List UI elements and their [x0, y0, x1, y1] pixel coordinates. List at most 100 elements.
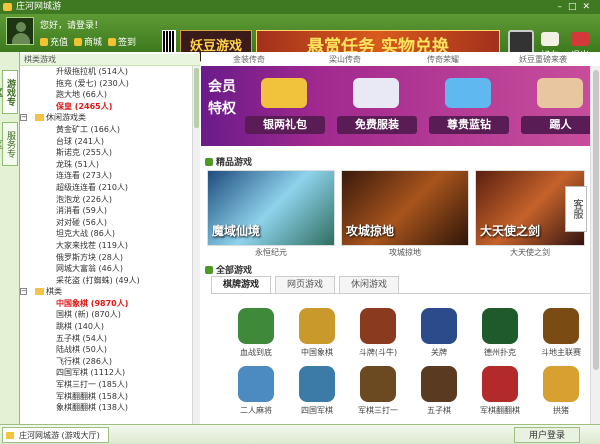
main-scrollbar[interactable] — [590, 66, 600, 424]
tree-game-item[interactable]: 升级拖拉机 (514人) — [20, 66, 192, 78]
tree-game-item[interactable]: 跳棋 (140人) — [20, 321, 192, 333]
tree-game-item[interactable]: 连连看 (273人) — [20, 170, 192, 182]
game-icon-tile[interactable]: 五子棋 — [412, 366, 466, 418]
game-logo-icon — [421, 366, 457, 402]
member-blue-diamond[interactable]: 尊贵蓝钻 — [429, 74, 509, 138]
top-game-link[interactable]: 妖豆重磅来袭 — [519, 54, 567, 65]
member-silver-gift[interactable]: 银两礼包 — [245, 74, 325, 138]
tab-service-zone[interactable]: 服务专区 — [0, 122, 18, 166]
recharge-button[interactable]: 充值 — [40, 35, 68, 48]
tree-game-item[interactable]: 黄金矿工 (166人) — [20, 124, 192, 136]
featured-game-card[interactable]: 魔域仙境 — [207, 170, 335, 246]
game-icon-tile[interactable]: 斗牌(斗牛) — [351, 308, 405, 360]
game-label: 五子棋 — [427, 406, 451, 415]
tree-game-item[interactable]: 保皇 (2465人) — [20, 101, 192, 113]
game-icon-tile[interactable]: 血战到底 — [229, 308, 283, 360]
store-button[interactable]: 商城 — [74, 35, 102, 48]
featured-section-title: 精品游戏 — [205, 155, 252, 168]
tree-game-item[interactable]: 军棋翻翻棋 (158人) — [20, 391, 192, 403]
top-game-link[interactable]: 梁山传奇 — [329, 54, 361, 65]
tree-game-item[interactable]: 拖充 (爱七) (230人) — [20, 78, 192, 90]
featured-game-name[interactable]: 攻城掠地 — [341, 247, 469, 258]
tree-label: 四国军棋 (1112人) — [56, 368, 126, 378]
game-icon-tile[interactable]: 军棋翻翻棋 — [473, 366, 527, 418]
tree-game-item[interactable]: 军棋三打一 (185人) — [20, 379, 192, 391]
tree-game-item[interactable]: 中国象棋 (9870人) — [20, 298, 192, 310]
tree-game-item[interactable]: 对对碰 (56人) — [20, 217, 192, 229]
main-content: 金装传奇 梁山传奇 传奇荣耀 妖豆重磅来袭 会员特权 银两礼包 免费服装 尊贵蓝… — [201, 52, 600, 424]
tree-game-item[interactable]: 跑大地 (66人) — [20, 89, 192, 101]
top-game-link[interactable]: 金装传奇 — [233, 54, 265, 65]
tree-game-item[interactable]: 飞行棋 (286人) — [20, 356, 192, 368]
tree-game-item[interactable]: 大家来找茬 (119人) — [20, 240, 192, 252]
tree-game-item[interactable]: 消消看 (59人) — [20, 205, 192, 217]
tree-label: 棋类 — [46, 287, 62, 297]
game-label: 关牌 — [431, 348, 447, 357]
tree-label: 连连看 (273人) — [56, 171, 113, 181]
exit-icon — [571, 32, 589, 46]
game-icon-tile[interactable]: 二人麻将 — [229, 366, 283, 418]
login-greeting[interactable]: 您好，请登录！ — [40, 18, 103, 31]
header: 您好，请登录！ 充值 商城 签到 妖豆游戏 悬赏任务 实物兑换 好友 退出 — [0, 14, 600, 62]
featured-game-name[interactable]: 永恒纪元 — [207, 247, 335, 258]
tree-game-item[interactable]: 四国军棋 (1112人) — [20, 367, 192, 379]
game-icon-tile[interactable]: 斗地主联赛 — [534, 308, 588, 360]
user-login-button[interactable]: 用户登录 — [513, 427, 580, 443]
tab-web-games[interactable]: 网页游戏 — [275, 276, 335, 293]
tree-game-item[interactable]: 网城大富翁 (46人) — [20, 263, 192, 275]
window-controls[interactable]: –□✕ — [557, 0, 596, 14]
game-label: 军棋翻翻棋 — [480, 406, 520, 415]
app-icon — [6, 432, 14, 439]
game-logo-icon — [482, 308, 518, 344]
game-logo-icon — [360, 366, 396, 402]
game-icon-tile[interactable]: 关牌 — [412, 308, 466, 360]
section-icon — [205, 266, 213, 274]
checkin-button[interactable]: 签到 — [108, 35, 136, 48]
game-icon-tile[interactable]: 德州扑克 — [473, 308, 527, 360]
tree-label: 拖充 (爱七) (230人) — [56, 78, 129, 88]
outfit-icon — [353, 78, 399, 108]
tree-label: 国棋 (新) (870人) — [56, 310, 121, 320]
store-icon — [74, 37, 83, 46]
tree-game-item[interactable]: 陆战棋 (50人) — [20, 344, 192, 356]
tree-category[interactable]: − 休闲游戏类 — [20, 112, 192, 124]
tree-label: 大家来找茬 (119人) — [56, 240, 129, 250]
tree-game-item[interactable]: 象棋翻翻棋 (138人) — [20, 402, 192, 414]
collapse-icon[interactable]: − — [20, 288, 27, 296]
featured-game-card[interactable]: 攻城掠地 — [341, 170, 469, 246]
collapse-icon[interactable]: − — [20, 114, 27, 122]
tab-casual-games[interactable]: 休闲游戏 — [339, 276, 399, 293]
tree-game-item[interactable]: 国棋 (新) (870人) — [20, 309, 192, 321]
tree-game-item[interactable]: 龙珠 (51人) — [20, 159, 192, 171]
tree-category[interactable]: − 棋类 — [20, 286, 192, 298]
tree-game-item[interactable]: 俄罗斯方块 (28人) — [20, 252, 192, 264]
tree-scrollbar[interactable] — [192, 66, 200, 424]
game-label: 斗牌(斗牛) — [358, 348, 398, 357]
tree-game-item[interactable]: 采花盗 (打蜘蛛) (49人) — [20, 275, 192, 287]
featured-game-name[interactable]: 大天使之剑 — [475, 247, 585, 258]
section-icon — [205, 158, 213, 166]
tree-label: 陆战棋 (50人) — [56, 345, 107, 355]
customer-service-button[interactable]: 客服 — [565, 186, 587, 232]
tab-games-zone[interactable]: 游戏专区 — [0, 70, 18, 114]
member-free-outfit[interactable]: 免费服装 — [337, 74, 417, 138]
tree-label: 五子棋 (54人) — [56, 333, 107, 343]
game-icon-tile[interactable]: 四国军棋 — [290, 366, 344, 418]
tree-game-item[interactable]: 超级连连看 (210人) — [20, 182, 192, 194]
member-kick[interactable]: 踢人 — [521, 74, 600, 138]
game-icon-tile[interactable]: 中国象棋 — [290, 308, 344, 360]
tab-card-games[interactable]: 棋牌游戏 — [211, 276, 271, 293]
game-icon-tile[interactable]: 军棋三打一 — [351, 366, 405, 418]
tree-game-item[interactable]: 坦克大战 (86人) — [20, 228, 192, 240]
tree-game-item[interactable]: 斯诺克 (255人) — [20, 147, 192, 159]
tree-game-item[interactable]: 台球 (241人) — [20, 136, 192, 148]
top-games-row: 金装传奇 梁山传奇 传奇荣耀 妖豆重磅来袭 — [201, 52, 600, 66]
game-icon-tile[interactable]: 拱猪 — [534, 366, 588, 418]
game-label: 军棋三打一 — [358, 406, 398, 415]
lobby-tab[interactable]: 庄河网城游 (游戏大厅) — [2, 427, 109, 443]
avatar[interactable] — [6, 17, 34, 45]
top-game-link[interactable]: 传奇荣耀 — [427, 54, 459, 65]
tree-game-item[interactable]: 五子棋 (54人) — [20, 333, 192, 345]
tree-game-item[interactable]: 泡泡龙 (226人) — [20, 194, 192, 206]
tree-label: 网城大富翁 (46人) — [56, 264, 123, 274]
